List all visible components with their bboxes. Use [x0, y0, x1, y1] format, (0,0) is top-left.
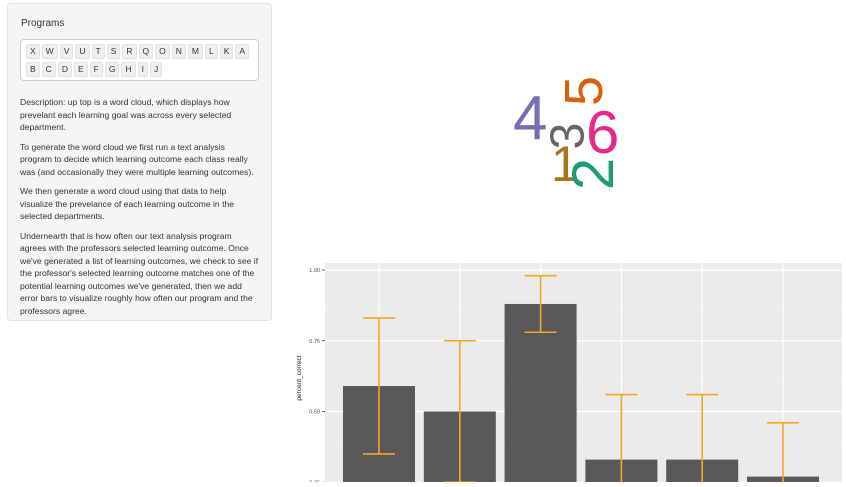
word-cloud-word: 6: [586, 99, 620, 166]
program-chip[interactable]: E: [73, 62, 88, 77]
sidebar-panel: Programs XWVUTSRQONMLKA BCDEFGHIJ Descrip…: [7, 3, 272, 321]
program-chip[interactable]: G: [104, 62, 120, 77]
description-paragraph: We then generate a word cloud using that…: [20, 186, 235, 221]
program-chip[interactable]: S: [106, 44, 121, 59]
programs-select[interactable]: XWVUTSRQONMLKA BCDEFGHIJ: [20, 39, 259, 81]
program-chip[interactable]: K: [219, 44, 234, 59]
program-chip[interactable]: B: [26, 62, 40, 77]
program-chip[interactable]: R: [122, 44, 137, 59]
program-chip[interactable]: Q: [138, 44, 154, 59]
program-chip[interactable]: F: [89, 62, 103, 77]
programs-label: Programs: [21, 18, 65, 29]
program-chip[interactable]: J: [149, 62, 163, 77]
program-chip[interactable]: D: [57, 62, 72, 77]
word-cloud-word: 2: [561, 157, 627, 191]
word-cloud-word: 1: [551, 136, 579, 192]
description-paragraph: Description: up top is a word cloud, whi…: [20, 97, 232, 132]
program-chip[interactable]: O: [155, 44, 170, 59]
program-chip[interactable]: V: [59, 44, 74, 59]
word-cloud-word: 3: [541, 122, 595, 150]
y-tick-label: 0.75: [309, 339, 320, 345]
word-cloud-word: 4: [513, 84, 548, 153]
program-chip[interactable]: U: [75, 44, 90, 59]
program-chip[interactable]: W: [41, 44, 58, 59]
description-paragraph: To generate the word cloud we first run …: [20, 141, 254, 177]
program-chip[interactable]: N: [171, 44, 186, 59]
program-chip[interactable]: L: [205, 44, 218, 59]
program-chip[interactable]: C: [41, 62, 56, 77]
program-chip[interactable]: H: [121, 62, 136, 77]
word-cloud-word: 5: [554, 75, 615, 107]
description-paragraph: Undernearth that is how often our text a…: [20, 230, 259, 316]
program-chip[interactable]: T: [91, 44, 105, 59]
y-tick-label: 0.50: [309, 410, 320, 416]
y-axis-label: percent_correct: [296, 355, 303, 400]
chart-svg: 0.250.500.751.00percent_correct: [296, 263, 842, 487]
program-chip[interactable]: X: [26, 44, 40, 59]
percent-correct-chart: 0.250.500.751.00percent_correct: [290, 258, 846, 487]
program-chip[interactable]: I: [137, 62, 148, 77]
description: Description: up top is a word cloud, whi…: [20, 96, 259, 317]
program-chip[interactable]: A: [235, 44, 250, 59]
y-tick-label: 1.00: [309, 268, 320, 274]
program-chip[interactable]: M: [187, 44, 204, 59]
